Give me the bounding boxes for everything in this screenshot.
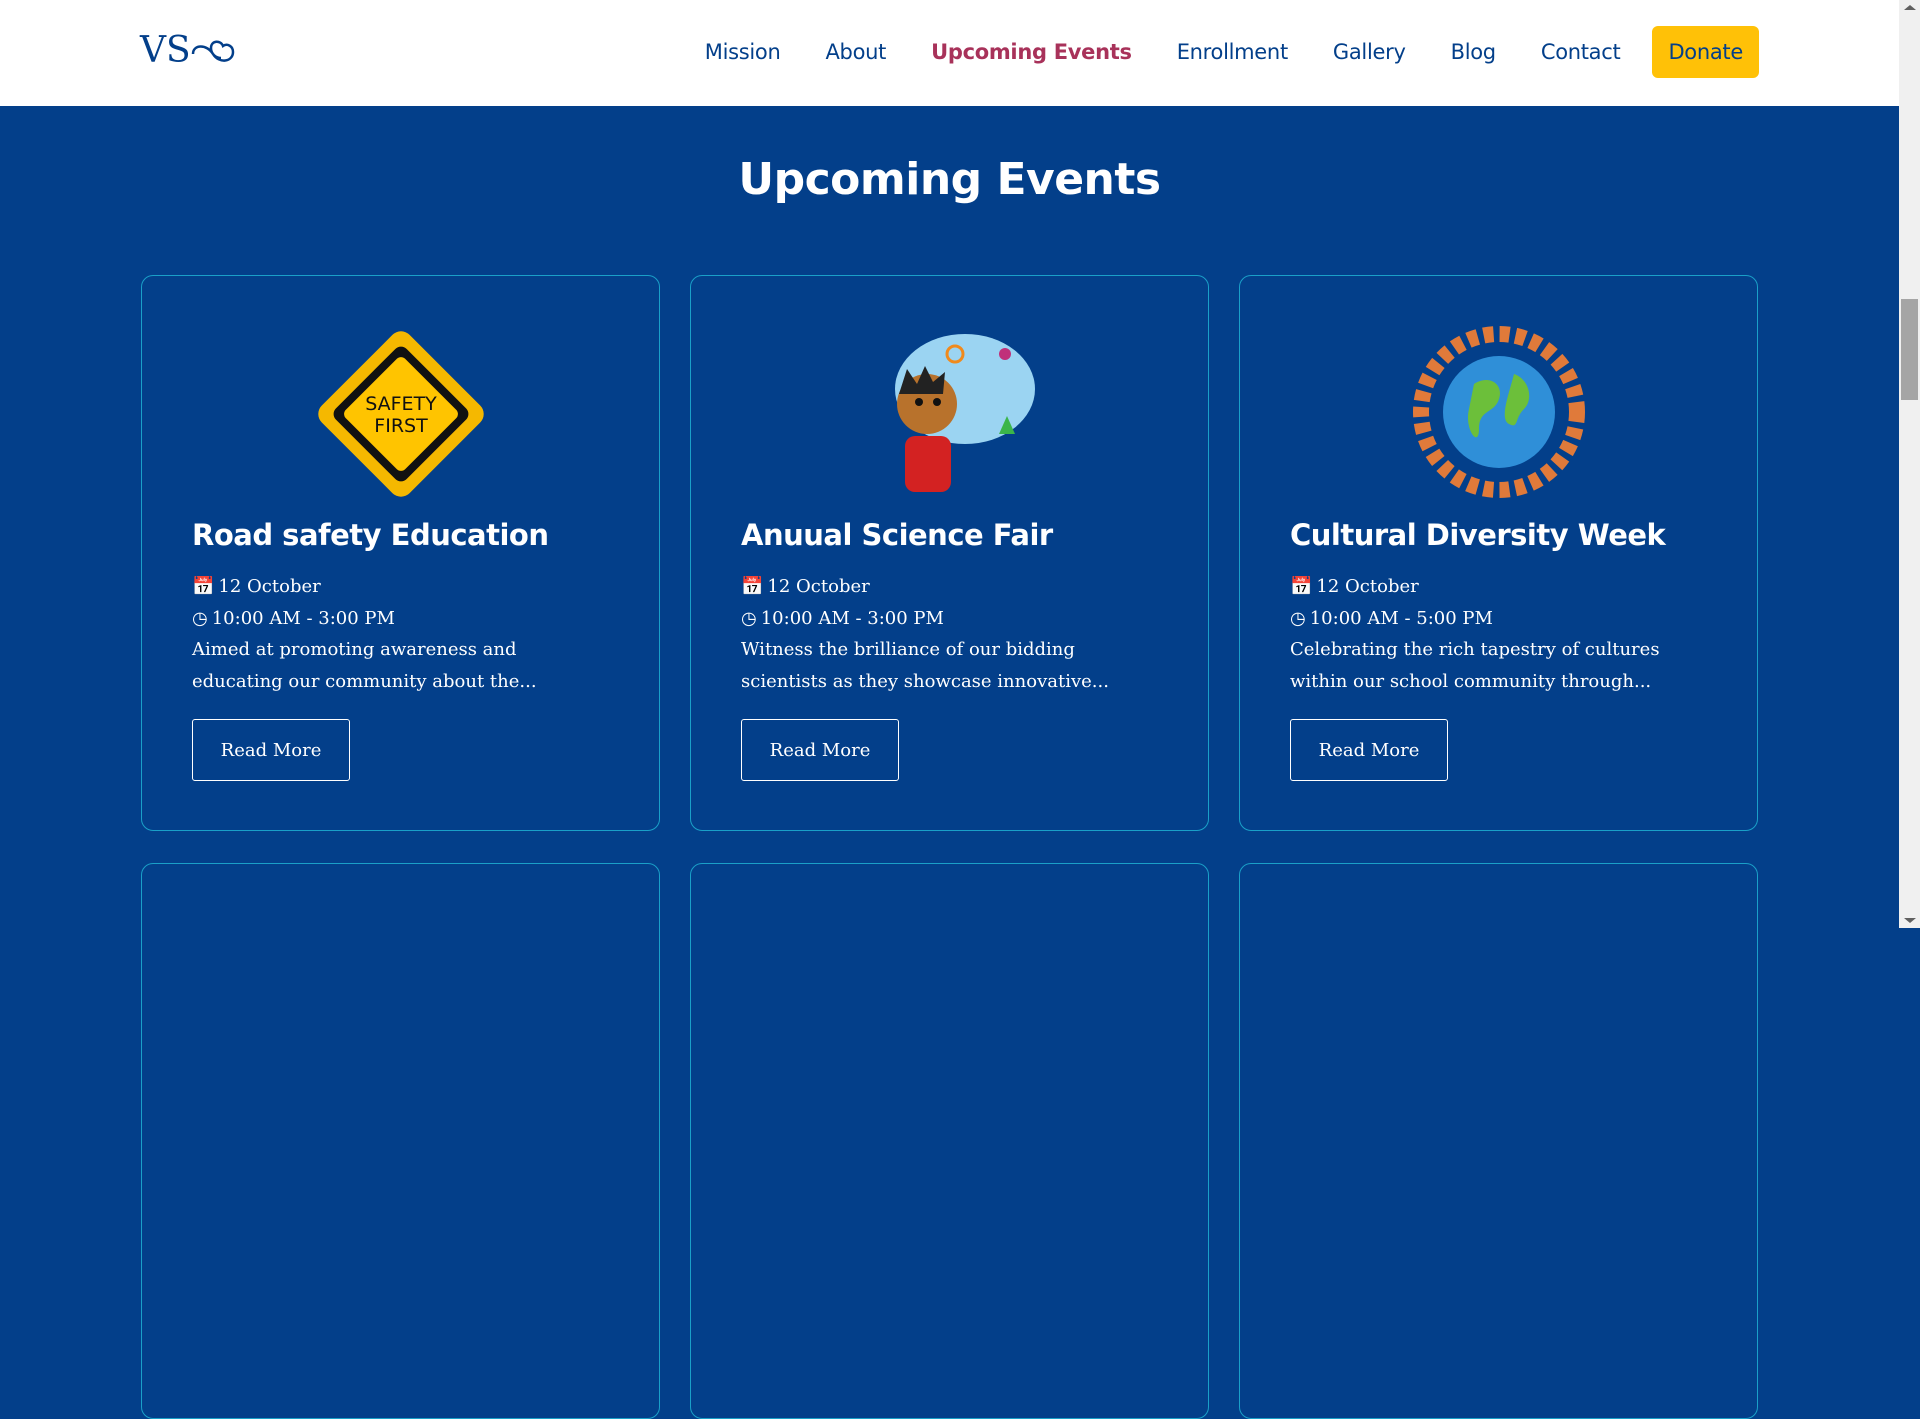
event-title: Cultural Diversity Week — [1290, 518, 1666, 552]
read-more-button[interactable]: Read More — [192, 719, 350, 781]
svg-text:FIRST: FIRST — [374, 415, 428, 437]
event-description: Witness the brilliance of our bidding sci… — [741, 639, 1109, 692]
donate-button[interactable]: Donate — [1652, 26, 1759, 78]
nav-blog[interactable]: Blog — [1451, 40, 1497, 64]
event-description: Celebrating the rich tapestry of culture… — [1290, 639, 1660, 692]
logo-text: VS — [140, 30, 191, 71]
event-date: 📅 12 October — [741, 576, 870, 597]
read-more-button[interactable]: Read More — [741, 719, 899, 781]
nav-gallery[interactable]: Gallery — [1333, 40, 1406, 64]
event-date: 📅 12 October — [1290, 576, 1419, 597]
nav-about[interactable]: About — [825, 40, 886, 64]
event-description: Aimed at promoting awareness and educatin… — [192, 639, 537, 692]
cloud-icon — [191, 40, 234, 62]
logo[interactable]: VS — [140, 30, 235, 71]
event-title: Anuual Science Fair — [741, 518, 1053, 552]
event-card: SAFETY FIRST Road safety Education 📅 12 O… — [141, 275, 660, 831]
site-header: VS Mission About Upcoming Events Enrollm… — [0, 0, 1899, 106]
event-time: ◷ 10:00 AM - 3:00 PM — [192, 608, 395, 629]
read-more-button[interactable]: Read More — [1290, 719, 1448, 781]
event-card-partial — [690, 863, 1209, 1419]
scrollbar[interactable] — [1899, 0, 1920, 928]
globe-people-image — [1240, 324, 1757, 506]
sign-text: SAFETY — [365, 393, 437, 415]
safety-first-image: SAFETY FIRST — [142, 324, 659, 506]
scrollbar-thumb[interactable] — [1901, 299, 1918, 400]
event-card-partial — [1239, 863, 1758, 1419]
clock-icon: ◷ — [741, 608, 757, 629]
section-title: Upcoming Events — [738, 154, 1161, 205]
science-kid-image — [691, 324, 1208, 506]
event-time: ◷ 10:00 AM - 3:00 PM — [741, 608, 944, 629]
events-section: Upcoming Events SAFETY FIRST Road safety… — [0, 106, 1899, 1419]
calendar-check-icon: 📅 — [192, 576, 215, 597]
nav-contact[interactable]: Contact — [1541, 40, 1621, 64]
nav-enrollment[interactable]: Enrollment — [1177, 40, 1289, 64]
event-date: 📅 12 October — [192, 576, 321, 597]
scroll-up-arrow-icon[interactable] — [1904, 5, 1916, 10]
nav-upcoming-events[interactable]: Upcoming Events — [931, 40, 1132, 64]
main-nav: Mission About Upcoming Events Enrollment… — [660, 26, 1759, 78]
nav-mission[interactable]: Mission — [705, 40, 781, 64]
calendar-check-icon: 📅 — [741, 576, 764, 597]
event-card: Cultural Diversity Week 📅 12 October ◷ 10:… — [1239, 275, 1758, 831]
event-title: Road safety Education — [192, 518, 549, 552]
clock-icon: ◷ — [192, 608, 208, 629]
event-time: ◷ 10:00 AM - 5:00 PM — [1290, 608, 1493, 629]
calendar-check-icon: 📅 — [1290, 576, 1313, 597]
scroll-down-arrow-icon[interactable] — [1904, 918, 1916, 923]
event-card: Anuual Science Fair 📅 12 October ◷ 10:00 A… — [690, 275, 1209, 831]
clock-icon: ◷ — [1290, 608, 1306, 629]
event-card-partial — [141, 863, 660, 1419]
